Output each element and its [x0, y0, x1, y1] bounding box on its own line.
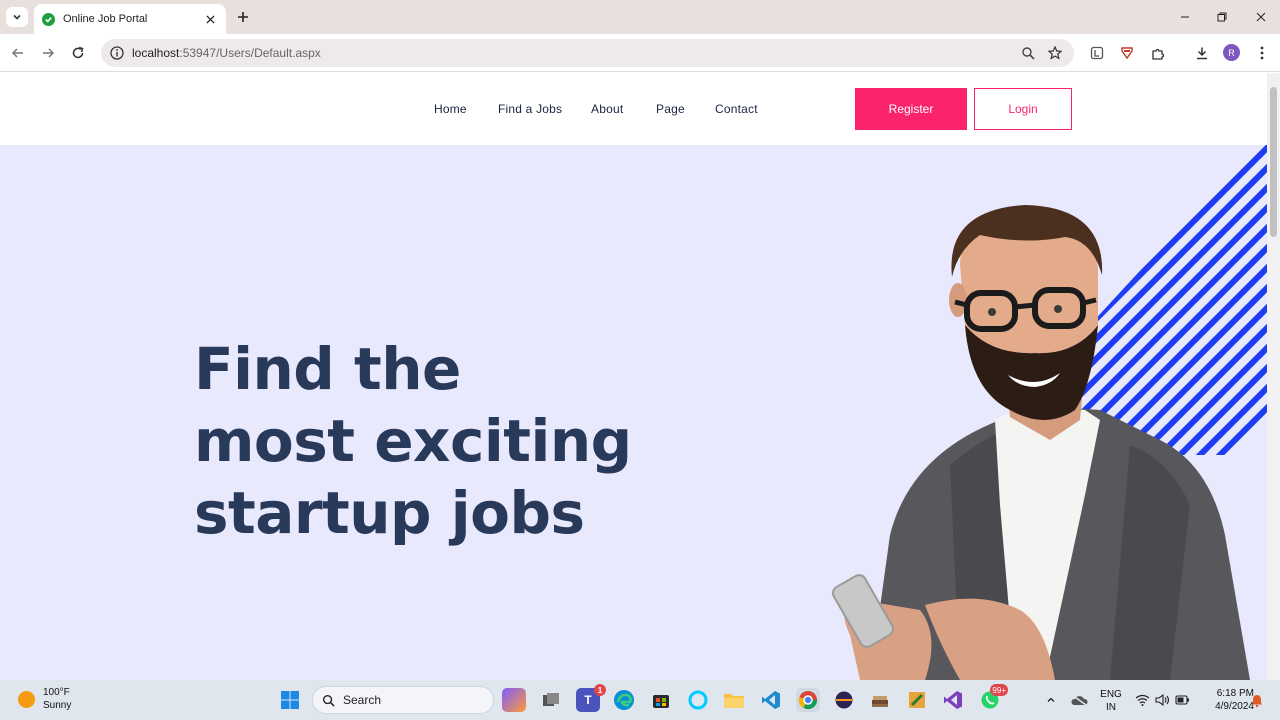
chrome-icon[interactable]: [796, 688, 820, 712]
checkmark-favicon-icon: [42, 12, 55, 26]
teams-icon[interactable]: T 1: [576, 684, 606, 712]
hero-heading: Find the most exciting startup jobs: [194, 333, 632, 549]
battery-icon[interactable]: [1173, 688, 1191, 712]
volume-icon[interactable]: [1153, 688, 1171, 712]
more-menu-icon[interactable]: [1252, 43, 1272, 63]
page-scrollbar[interactable]: [1267, 73, 1280, 680]
edge-icon[interactable]: [612, 688, 636, 712]
site-info-icon[interactable]: [110, 46, 124, 60]
nav-contact[interactable]: Contact: [715, 102, 758, 116]
businessman-photo: [831, 205, 1250, 680]
nav-about[interactable]: About: [591, 102, 623, 116]
copilot-icon[interactable]: [502, 688, 526, 712]
visual-studio-icon[interactable]: [941, 688, 965, 712]
clock[interactable]: 6:18 PM 4/9/2024: [1196, 687, 1254, 713]
address-bar[interactable]: localhost:53947/Users/Default.aspx: [101, 39, 1074, 67]
hero-line-3: startup jobs: [194, 479, 585, 547]
nav-find-jobs[interactable]: Find a Jobs: [498, 102, 562, 116]
extensions-puzzle-icon[interactable]: [1148, 43, 1168, 63]
whatsapp-notification-badge: 99+: [990, 684, 1008, 696]
windows-taskbar: 100°F Sunny Search T 1 99+ ENG IN 6:18 P…: [0, 680, 1280, 720]
weather-widget[interactable]: 100°F Sunny: [18, 686, 71, 712]
search-label: Search: [343, 693, 382, 707]
login-button[interactable]: Login: [974, 88, 1072, 130]
browser-toolbar: localhost:53947/Users/Default.aspx: [0, 34, 1280, 72]
browser-tab-strip: Online Job Portal: [0, 0, 1280, 34]
extension-red-icon[interactable]: [1117, 43, 1137, 63]
weather-description: Sunny: [43, 700, 72, 711]
task-view-icon[interactable]: [539, 688, 563, 712]
back-arrow-icon[interactable]: [8, 43, 28, 63]
tab-title: Online Job Portal: [63, 13, 148, 25]
notification-bell-icon[interactable]: [1248, 688, 1266, 712]
extension-shield-icon[interactable]: [1087, 43, 1107, 63]
store-icon[interactable]: [649, 688, 673, 712]
close-tab-icon[interactable]: [202, 11, 218, 27]
minimize-icon[interactable]: [1176, 8, 1194, 26]
books-icon[interactable]: [868, 688, 892, 712]
bookmark-star-icon[interactable]: [1048, 46, 1062, 60]
url-text: localhost:53947/Users/Default.aspx: [132, 46, 321, 60]
tray-chevron-up-icon[interactable]: [1042, 688, 1060, 712]
vscode-icon[interactable]: [759, 688, 783, 712]
downloads-icon[interactable]: [1192, 43, 1212, 63]
browser-tab[interactable]: Online Job Portal: [34, 4, 226, 34]
register-button[interactable]: Register: [855, 88, 967, 130]
file-explorer-icon[interactable]: [722, 688, 746, 712]
hero-line-2: most exciting: [194, 407, 632, 475]
clock-time: 6:18 PM: [1216, 688, 1254, 699]
profile-avatar[interactable]: R: [1223, 44, 1240, 61]
nav-home[interactable]: Home: [434, 102, 467, 116]
clock-date: 4/9/2024: [1215, 701, 1254, 712]
windows-start-icon[interactable]: [278, 688, 302, 712]
editor-tool-icon[interactable]: [905, 688, 929, 712]
zoom-icon[interactable]: [1021, 46, 1035, 60]
teams-notification-badge: 1: [594, 684, 606, 696]
weather-temperature: 100°F: [43, 687, 70, 698]
sun-icon: [18, 690, 35, 708]
scrollbar-thumb[interactable]: [1270, 87, 1277, 237]
site-header: Home Find a Jobs About Page Contact Regi…: [0, 73, 1267, 145]
reload-icon[interactable]: [68, 43, 88, 63]
language-indicator[interactable]: ENG IN: [1098, 688, 1124, 714]
tab-search-chevron-icon[interactable]: [6, 7, 28, 27]
hero-line-1: Find the: [194, 335, 461, 403]
onedrive-icon[interactable]: [1068, 688, 1090, 712]
eclipse-icon[interactable]: [832, 688, 856, 712]
search-icon: [322, 694, 335, 707]
close-window-icon[interactable]: [1252, 8, 1270, 26]
taskbar-search[interactable]: Search: [312, 686, 494, 714]
whatsapp-icon[interactable]: 99+: [978, 684, 1008, 712]
restore-icon[interactable]: [1213, 8, 1231, 26]
wifi-icon[interactable]: [1133, 688, 1151, 712]
web-page: Home Find a Jobs About Page Contact Regi…: [0, 73, 1267, 680]
forward-arrow-icon[interactable]: [38, 43, 58, 63]
alexa-icon[interactable]: [686, 688, 710, 712]
hero-section: Find the most exciting startup jobs: [0, 145, 1267, 680]
new-tab-plus-icon[interactable]: [234, 8, 252, 26]
nav-page[interactable]: Page: [656, 102, 685, 116]
